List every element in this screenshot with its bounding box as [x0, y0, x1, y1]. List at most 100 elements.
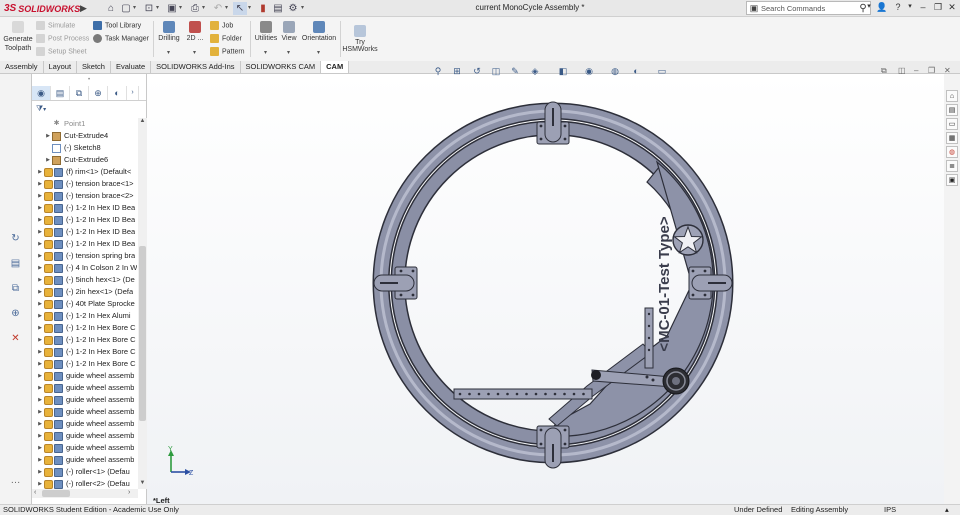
expand-arrow-icon[interactable]: ▶: [36, 442, 44, 454]
simulate-button[interactable]: Simulate: [36, 21, 75, 30]
tree-tabs-next-icon[interactable]: ›: [127, 86, 139, 100]
twod-button[interactable]: 2D ...: [184, 21, 206, 42]
tree-item[interactable]: ▶ Cut-Extrude6: [32, 154, 138, 166]
setup-sheet-button[interactable]: Setup Sheet: [36, 47, 87, 56]
expand-arrow-icon[interactable]: ▶: [36, 166, 44, 178]
expand-arrow-icon[interactable]: ▶: [36, 202, 44, 214]
expand-arrow-icon[interactable]: ▶: [36, 478, 44, 489]
tree-item[interactable]: ▶ (-) 5inch hex<1> (De: [32, 274, 138, 286]
tab-cam[interactable]: CAM: [321, 61, 350, 73]
utilities-button[interactable]: Utilities: [253, 21, 279, 42]
display-manager-tab-icon[interactable]: ◐: [108, 86, 127, 100]
expand-arrow-icon[interactable]: ▶: [36, 394, 44, 406]
tree-item[interactable]: ▶ (-) roller<1> (Defau: [32, 466, 138, 478]
tree-item[interactable]: ▶ (-) roller<2> (Defau: [32, 478, 138, 489]
expand-arrow-icon[interactable]: ▶: [44, 130, 52, 142]
appearances-icon[interactable]: ◍: [946, 146, 958, 158]
view-palette-icon[interactable]: ▦: [946, 132, 958, 144]
scroll-left-icon[interactable]: ‹: [34, 489, 36, 496]
drilling-dropdown-icon[interactable]: ▾: [167, 49, 170, 56]
tab-sketch[interactable]: Sketch: [77, 61, 111, 73]
expand-arrow-icon[interactable]: ▶: [36, 454, 44, 466]
expand-arrow-icon[interactable]: ▶: [36, 382, 44, 394]
graphics-area[interactable]: <MC-01-Test Type> Y Z: [147, 74, 944, 504]
file-explorer-icon[interactable]: ▭: [946, 118, 958, 130]
apply-scene-icon[interactable]: ◐: [630, 66, 642, 76]
expand-arrow-icon[interactable]: ▶: [36, 370, 44, 382]
configurationmanager-tab-icon[interactable]: ⧉: [70, 86, 89, 100]
expand-arrow-icon[interactable]: ▶: [36, 430, 44, 442]
expand-arrow-icon[interactable]: ▶: [36, 334, 44, 346]
tree-item[interactable]: ▶ guide wheel assemb: [32, 394, 138, 406]
pattern-button[interactable]: Pattern: [210, 47, 245, 56]
viewport-close-icon[interactable]: ✕: [944, 66, 951, 75]
tree-item[interactable]: ▶ guide wheel assemb: [32, 370, 138, 382]
tree-item[interactable]: ▶ guide wheel assemb: [32, 442, 138, 454]
filter-icon[interactable]: ⧩▾: [32, 101, 146, 116]
view-settings-icon[interactable]: ▭: [656, 66, 668, 76]
expand-arrow-icon[interactable]: ▶: [36, 310, 44, 322]
expand-arrow-icon[interactable]: ▶: [36, 322, 44, 334]
expand-arrow-icon[interactable]: ▶: [36, 286, 44, 298]
rotate-icon[interactable]: ↻: [9, 232, 22, 245]
viewport-minimize-icon[interactable]: –: [914, 66, 918, 75]
dimxpert-tab-icon[interactable]: ⊕: [89, 86, 108, 100]
user-icon[interactable]: 👤: [876, 2, 888, 13]
viewport-expand-icon[interactable]: ⧉: [881, 66, 887, 76]
expand-arrow-icon[interactable]: ▶: [36, 238, 44, 250]
tab-assembly[interactable]: Assembly: [0, 61, 44, 73]
search-dropdown-icon[interactable]: ▾: [863, 2, 875, 10]
job-button[interactable]: Job: [210, 21, 233, 30]
more-icon[interactable]: …: [9, 474, 22, 487]
orientation-dropdown-icon[interactable]: ▾: [317, 49, 320, 56]
expand-arrow-icon[interactable]: ▶: [36, 178, 44, 190]
expand-arrow-icon[interactable]: ▶: [36, 418, 44, 430]
tree-item[interactable]: ▶ (f) rim<1> (Default<: [32, 166, 138, 178]
scroll-up-icon[interactable]: ▲: [138, 118, 147, 124]
view-dropdown-icon[interactable]: ▾: [287, 49, 290, 56]
search-commands-field[interactable]: ▣ Search Commands ⚲: [746, 1, 871, 15]
tree-item[interactable]: ▶ Cut-Extrude4: [32, 130, 138, 142]
expand-arrow-icon[interactable]: ▶: [36, 406, 44, 418]
tree-item[interactable]: ▶ guide wheel assemb: [32, 418, 138, 430]
tree-item[interactable]: ▶ guide wheel assemb: [32, 382, 138, 394]
solidworks-resources-icon[interactable]: ⌂: [946, 90, 958, 102]
tree-horizontal-scrollbar[interactable]: ‹ ›: [32, 489, 138, 498]
viewport-split-icon[interactable]: ◫: [898, 66, 906, 75]
tree-item[interactable]: ▶ (-) tension brace<2>: [32, 190, 138, 202]
tree-item[interactable]: ✱ Point1: [32, 118, 138, 130]
try-hsmworks-button[interactable]: Try HSMWorks: [342, 25, 378, 53]
propertymanager-tab-icon[interactable]: ▤: [51, 86, 70, 100]
section-view-icon[interactable]: ◫: [490, 66, 502, 76]
display-style-icon[interactable]: ◧: [557, 66, 569, 76]
delete-icon[interactable]: ✕: [9, 332, 22, 345]
tab-evaluate[interactable]: Evaluate: [111, 61, 152, 73]
tree-item[interactable]: ▶ (-) 1-2 In Hex ID Bea: [32, 226, 138, 238]
restore-icon[interactable]: ❐: [932, 2, 944, 13]
expand-arrow-icon[interactable]: ▶: [36, 250, 44, 262]
components-icon[interactable]: ⧉: [9, 282, 22, 295]
generate-toolpath-button[interactable]: Generate Toolpath: [2, 21, 34, 53]
forum-icon[interactable]: ▣: [946, 174, 958, 186]
utilities-dropdown-icon[interactable]: ▾: [264, 49, 267, 56]
tree-item[interactable]: ▶ (-) 40t Plate Sprocke: [32, 298, 138, 310]
tree-item[interactable]: ▶ (-) 1-2 In Hex ID Bea: [32, 202, 138, 214]
scroll-thumb[interactable]: [42, 490, 70, 497]
tab-solidworks-addins[interactable]: SOLIDWORKS Add-Ins: [151, 61, 241, 73]
tree-item[interactable]: ▶ guide wheel assemb: [32, 454, 138, 466]
featuremanager-tab-icon[interactable]: ◉: [32, 86, 51, 100]
tree-vertical-scrollbar[interactable]: ▲ ▼: [138, 118, 147, 489]
zoom-to-fit-icon[interactable]: ⚲: [432, 66, 444, 76]
help-dropdown-icon[interactable]: ▾: [904, 2, 916, 10]
tree-item[interactable]: ▶ (-) 4 In Colson 2 In W: [32, 262, 138, 274]
folder-button[interactable]: Folder: [210, 34, 242, 43]
minimize-icon[interactable]: –: [917, 2, 929, 12]
edit-appearance-icon[interactable]: ◍: [609, 66, 621, 76]
tree-item[interactable]: ▶ (-) 2in hex<1> (Defa: [32, 286, 138, 298]
viewport-restore-icon[interactable]: ❐: [928, 66, 935, 75]
twod-dropdown-icon[interactable]: ▾: [193, 49, 196, 56]
expand-arrow-icon[interactable]: ▶: [36, 466, 44, 478]
design-library-icon[interactable]: ▤: [946, 104, 958, 116]
tree-item[interactable]: ▶ (-) tension brace<1>: [32, 178, 138, 190]
scroll-right-icon[interactable]: ›: [128, 489, 130, 496]
